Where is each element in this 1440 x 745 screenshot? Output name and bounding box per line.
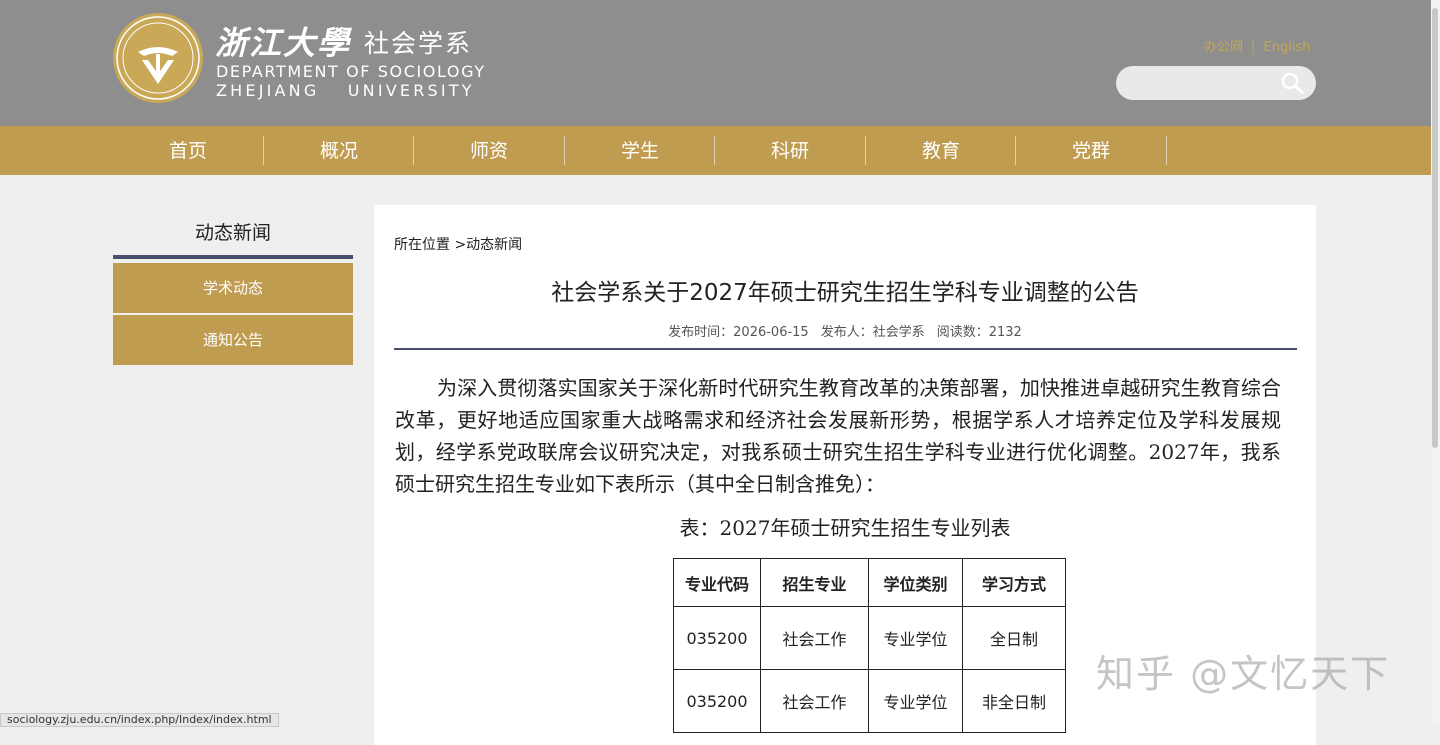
article-paragraph: 为深入贯彻落实国家关于深化新时代研究生教育改革的决策部署，加快推进卓越研究生教育…	[395, 376, 1281, 496]
main-nav: 首页 概况 师资 学生 科研 教育 党群	[0, 126, 1440, 175]
publish-date: 发布时间：2026-06-15	[668, 325, 809, 340]
university-name-calligraphy: 浙江大學	[215, 24, 352, 62]
sidebar-title-underline	[113, 255, 353, 259]
nav-research[interactable]: 科研	[715, 126, 865, 175]
table-cell: 非全日制	[962, 669, 1066, 733]
nav-education[interactable]: 教育	[866, 126, 1016, 175]
university-seal-logo[interactable]	[112, 12, 204, 104]
table-header-cell: 招生专业	[760, 558, 869, 607]
link-separator: |	[1251, 40, 1256, 55]
site-header: 浙江大學 社会学系 DEPARTMENT OF SOCIOLOGY ZHEJIA…	[0, 0, 1440, 126]
table-cell: 专业学位	[868, 669, 963, 733]
search-box	[1116, 66, 1316, 100]
nav-divider	[1166, 136, 1167, 165]
search-input[interactable]	[1128, 72, 1282, 96]
table-cell: 专业学位	[868, 606, 963, 670]
table-header-cell: 专业代码	[673, 558, 761, 607]
nav-party[interactable]: 党群	[1016, 126, 1166, 175]
article-meta: 发布时间：2026-06-15 发布人：社会学系 阅读数：2132	[374, 321, 1316, 340]
office-link[interactable]: 办公网	[1204, 40, 1243, 55]
sidebar-item-academic-news[interactable]: 学术动态	[113, 263, 353, 313]
zhihu-watermark: 知乎 @文忆天下	[1096, 652, 1391, 696]
english-link[interactable]: English	[1263, 40, 1310, 55]
read-count: 阅读数：2132	[936, 325, 1022, 340]
table-header-row: 专业代码 招生专业 学位类别 学习方式	[673, 558, 1066, 607]
table-cell: 035200	[673, 606, 761, 670]
scrollbar-thumb[interactable]	[1432, 8, 1438, 448]
article-title: 社会学系关于2027年硕士研究生招生学科专业调整的公告	[551, 280, 1139, 306]
table-cell: 035200	[673, 669, 761, 733]
department-name-cn: 社会学系	[364, 29, 473, 58]
top-links: 办公网 | English	[1204, 36, 1310, 55]
nav-students[interactable]: 学生	[565, 126, 715, 175]
table-header-cell: 学位类别	[868, 558, 963, 607]
breadcrumb: 所在位置 >动态新闻	[394, 237, 523, 253]
title-divider	[394, 348, 1297, 350]
table-header-cell: 学习方式	[962, 558, 1066, 607]
table-caption: 表：2027年硕士研究生招生专业列表	[679, 516, 1011, 540]
nav-overview[interactable]: 概况	[264, 126, 414, 175]
table-cell: 全日制	[962, 606, 1066, 670]
table-cell: 社会工作	[760, 606, 869, 670]
nav-faculty[interactable]: 师资	[414, 126, 564, 175]
table-row: 035200 社会工作 专业学位 全日制	[673, 606, 1066, 670]
majors-table: 专业代码 招生专业 学位类别 学习方式 035200 社会工作 专业学位 全日制…	[673, 558, 1066, 733]
sidebar-title: 动态新闻	[194, 222, 271, 244]
publisher: 发布人：社会学系	[820, 325, 925, 340]
table-cell: 社会工作	[760, 669, 869, 733]
nav-home[interactable]: 首页	[113, 126, 263, 175]
table-row: 035200 社会工作 专业学位 非全日制	[673, 669, 1066, 733]
search-icon[interactable]	[1280, 71, 1306, 95]
sidebar-item-notices[interactable]: 通知公告	[113, 315, 353, 365]
university-name-en: ZHEJIANG UNIVERSITY	[216, 81, 475, 100]
department-name-en: DEPARTMENT OF SOCIOLOGY	[216, 62, 486, 81]
